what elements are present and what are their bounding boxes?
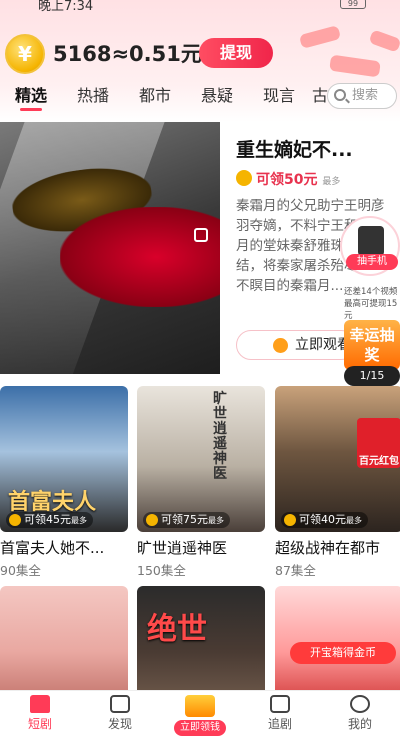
- mute-icon[interactable]: [194, 228, 208, 242]
- nav-following[interactable]: 追剧: [240, 691, 320, 739]
- card-reward-badge: 可领40元最多: [281, 512, 368, 528]
- drama-title: 超级战神在都市: [275, 539, 381, 557]
- nav-short-drama[interactable]: 短剧: [0, 691, 80, 739]
- category-tabs: 精选 热播 都市 悬疑 现言 古: [0, 82, 330, 111]
- search-placeholder: 搜索: [352, 88, 379, 103]
- watch-now-label: 立即观看: [295, 337, 351, 353]
- lucky-draw-note: 还差14个视频最高可提现15元: [344, 286, 400, 322]
- episode-count: 150集全: [137, 563, 186, 578]
- featured-poster[interactable]: [0, 122, 220, 374]
- cover-title-art: 旷世逍遥神医: [213, 391, 227, 482]
- drama-title: 首富夫人她不...: [0, 539, 105, 557]
- tab-hot[interactable]: 热播: [62, 82, 124, 110]
- nav-earn-money[interactable]: 立即领钱: [160, 691, 240, 739]
- tab-modern-romance[interactable]: 现言: [248, 82, 310, 110]
- home-icon: [30, 695, 50, 713]
- cover-title-art: 绝世: [147, 612, 207, 647]
- play-icon: [110, 695, 130, 713]
- featured-title[interactable]: 重生嫡妃不...: [236, 135, 353, 162]
- featured-reward: 可领50元 最多: [256, 169, 340, 189]
- poster-dress: [60, 207, 220, 307]
- reward-text: 可领75元: [161, 513, 208, 526]
- drama-cover: 绝世: [137, 586, 265, 696]
- reward-suffix: 最多: [346, 516, 362, 525]
- coin-balance: 5168≈0.51元: [53, 42, 202, 66]
- reward-text: 可领45元: [24, 513, 71, 526]
- tab-urban[interactable]: 都市: [124, 82, 186, 110]
- coin-icon: [236, 170, 252, 186]
- play-icon: [273, 338, 288, 353]
- nav-label: 立即领钱: [174, 720, 226, 736]
- episode-count: 90集全: [0, 563, 41, 578]
- watch-now-button[interactable]: 立即观看: [236, 330, 356, 360]
- withdraw-button[interactable]: 提现: [199, 38, 273, 68]
- nav-profile[interactable]: 我的: [320, 691, 400, 739]
- nav-label: 短剧: [27, 717, 52, 731]
- drama-cover: [275, 586, 400, 696]
- episode-count: 87集全: [275, 563, 316, 578]
- reward-suffix: 最多: [71, 516, 87, 525]
- phone-icon: [358, 226, 384, 256]
- tab-featured[interactable]: 精选: [0, 82, 62, 111]
- card-reward-badge: 可领45元最多: [6, 512, 93, 528]
- lucky-draw-progress: 1/15: [344, 366, 400, 386]
- treasure-box-banner[interactable]: 开宝箱得金币: [290, 642, 396, 664]
- envelope-deco-icon: [368, 29, 400, 53]
- drama-cover: 旷世逍遥神医: [137, 386, 265, 532]
- top-header: 晚上7:34 99 ¥ 5168≈0.51元 提现 精选 热播 都市 悬疑 现言…: [0, 0, 400, 122]
- nav-label: 我的: [347, 717, 372, 731]
- featured-reward-text: 可领50元: [256, 172, 318, 188]
- search-icon: [334, 89, 346, 101]
- status-time: 晚上7:34: [38, 0, 94, 14]
- envelope-deco-icon: [298, 25, 342, 49]
- nav-label: 发现: [107, 717, 132, 731]
- coin-icon: ¥: [5, 34, 45, 74]
- envelope-deco-icon: [329, 54, 381, 78]
- bottom-navigation: 短剧 发现 立即领钱 追剧 我的: [0, 690, 400, 739]
- phone-lottery-widget[interactable]: 抽手机: [340, 216, 400, 276]
- featured-reward-suffix: 最多: [322, 177, 341, 187]
- card-reward-badge: 可领75元最多: [143, 512, 230, 528]
- reward-suffix: 最多: [208, 516, 224, 525]
- red-envelope-icon: 百元红包: [357, 418, 400, 468]
- battery-icon: 99: [340, 0, 366, 9]
- tab-suspense[interactable]: 悬疑: [186, 82, 248, 110]
- drama-cover: [0, 586, 128, 696]
- reward-text: 可领40元: [299, 513, 346, 526]
- drama-title: 旷世逍遥神医: [137, 539, 228, 557]
- drama-cover: 首富夫人: [0, 386, 128, 532]
- red-envelope-icon: [185, 695, 215, 717]
- profile-icon: [350, 695, 370, 713]
- nav-discover[interactable]: 发现: [80, 691, 160, 739]
- search-input[interactable]: 搜索: [327, 83, 397, 109]
- phone-lottery-label: 抽手机: [346, 254, 398, 270]
- bookmark-icon: [270, 695, 290, 713]
- lucky-draw-button[interactable]: 幸运抽奖: [344, 320, 400, 370]
- nav-label: 追剧: [267, 717, 292, 731]
- drama-cover: 百元红包: [275, 386, 400, 532]
